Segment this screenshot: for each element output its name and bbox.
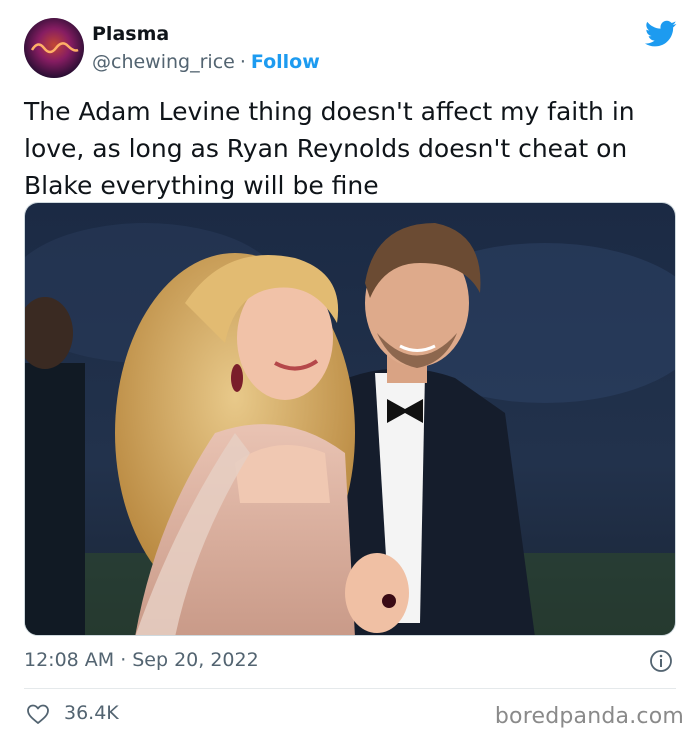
tweet-timestamp[interactable]: 12:08 AM · Sep 20, 2022: [24, 649, 259, 671]
handle-separator: ·: [239, 51, 246, 73]
author-handle[interactable]: @chewing_rice: [92, 51, 235, 73]
heart-icon[interactable]: [26, 702, 50, 726]
tweet-date: Sep 20, 2022: [132, 649, 259, 671]
follow-button[interactable]: Follow: [251, 51, 320, 73]
avatar[interactable]: [24, 18, 84, 78]
tweet-time: 12:08 AM: [24, 649, 115, 671]
photo-content: [25, 203, 675, 635]
twitter-bird-icon[interactable]: [645, 20, 677, 48]
timestamp-separator: ·: [120, 649, 127, 671]
watermark: boredpanda.com: [494, 704, 684, 729]
like-count[interactable]: 36.4K: [64, 702, 119, 724]
tweet-text: The Adam Levine thing doesn't affect my …: [24, 97, 635, 200]
tweet-card: Plasma @chewing_rice · Follow The Adam Lev…: [0, 0, 700, 740]
tweet-photo[interactable]: [24, 202, 676, 636]
divider: [24, 688, 676, 689]
info-icon[interactable]: [649, 649, 673, 673]
author-name[interactable]: Plasma: [92, 23, 169, 45]
handle-row: @chewing_rice · Follow: [92, 51, 320, 73]
